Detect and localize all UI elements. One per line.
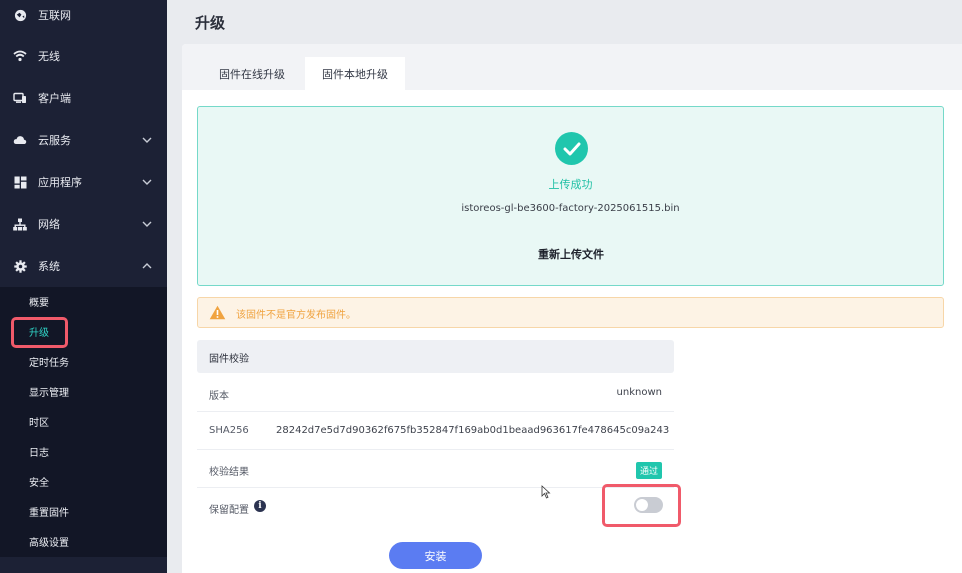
- version-row: 版本 unknown: [197, 374, 674, 412]
- verify-section-title: 固件校验: [209, 354, 249, 365]
- sidebar-item-label: 无线: [38, 50, 60, 63]
- verify-result-label: 校验结果: [209, 467, 249, 478]
- chevron-down-icon: [141, 134, 153, 146]
- upgrade-highlight-box: [11, 317, 68, 348]
- devices-icon: [13, 91, 27, 105]
- submenu-item-security[interactable]: 安全: [29, 471, 49, 491]
- chevron-down-icon: [141, 218, 153, 230]
- apps-icon: [13, 175, 27, 189]
- sidebar-item-label: 网络: [38, 218, 60, 231]
- check-circle-icon: [555, 132, 588, 165]
- gear-icon: [13, 259, 27, 273]
- mouse-cursor-icon: [541, 484, 551, 499]
- verify-result-row: 校验结果 通过: [197, 450, 674, 488]
- sidebar: 互联网 无线 客户端 云服务 应用程序 网络 系统 概要 升级 定时任务 显示管…: [0, 0, 167, 573]
- submenu-item-timezone[interactable]: 时区: [29, 411, 49, 431]
- warning-icon: [209, 305, 226, 320]
- install-button[interactable]: 安装: [389, 542, 482, 569]
- submenu-item-overview[interactable]: 概要: [29, 291, 49, 311]
- sha256-row: SHA256 28242d7e5d7d90362f675fb352847f169…: [197, 412, 674, 450]
- chevron-up-icon: [141, 260, 153, 272]
- submenu-item-scheduled-tasks[interactable]: 定时任务: [29, 351, 69, 371]
- verify-section-header: 固件校验: [197, 340, 674, 373]
- sidebar-item-label: 云服务: [38, 134, 71, 147]
- sidebar-item-label: 系统: [38, 260, 60, 273]
- tab-online-upgrade[interactable]: 固件在线升级: [202, 57, 302, 90]
- warning-text: 该固件不是官方发布固件。: [236, 310, 356, 321]
- app-root: 互联网 无线 客户端 云服务 应用程序 网络 系统 概要 升级 定时任务 显示管…: [0, 0, 962, 573]
- sidebar-item-internet[interactable]: 互联网: [0, 0, 167, 30]
- sidebar-item-clients[interactable]: 客户端: [0, 77, 167, 119]
- submenu-item-advanced[interactable]: 高级设置: [29, 531, 69, 551]
- sidebar-item-label: 应用程序: [38, 176, 82, 189]
- globe-icon: [13, 8, 27, 22]
- sha256-value: 28242d7e5d7d90362f675fb352847f169ab0d1be…: [276, 425, 670, 436]
- version-value: unknown: [616, 387, 662, 398]
- sidebar-item-apps[interactable]: 应用程序: [0, 161, 167, 203]
- info-icon[interactable]: i: [254, 500, 266, 512]
- page-title: 升级: [195, 14, 226, 32]
- toggle-highlight-box: [602, 484, 681, 527]
- submenu-item-reset-firmware[interactable]: 重置固件: [29, 501, 69, 521]
- sidebar-item-label: 互联网: [38, 9, 71, 22]
- sha256-label: SHA256: [209, 425, 249, 436]
- version-label: 版本: [209, 391, 229, 402]
- upload-status: 上传成功: [548, 178, 593, 191]
- cloud-icon: [13, 133, 27, 147]
- keep-config-label: 保留配置: [209, 505, 249, 516]
- sidebar-item-wireless[interactable]: 无线: [0, 35, 167, 77]
- tab-local-upgrade[interactable]: 固件本地升级: [305, 57, 405, 90]
- uploaded-filename: istoreos-gl-be3600-factory-2025061515.bi…: [461, 203, 680, 214]
- chevron-down-icon: [141, 176, 153, 188]
- network-icon: [13, 217, 27, 231]
- sidebar-item-label: 客户端: [38, 92, 71, 105]
- sidebar-item-network[interactable]: 网络: [0, 203, 167, 245]
- sidebar-item-cloud[interactable]: 云服务: [0, 119, 167, 161]
- sidebar-item-system[interactable]: 系统: [0, 245, 167, 287]
- status-badge: 通过: [635, 462, 662, 479]
- submenu-item-logs[interactable]: 日志: [29, 441, 49, 461]
- reupload-button[interactable]: 重新上传文件: [520, 243, 622, 265]
- wifi-icon: [13, 49, 27, 63]
- submenu-item-display[interactable]: 显示管理: [29, 381, 69, 401]
